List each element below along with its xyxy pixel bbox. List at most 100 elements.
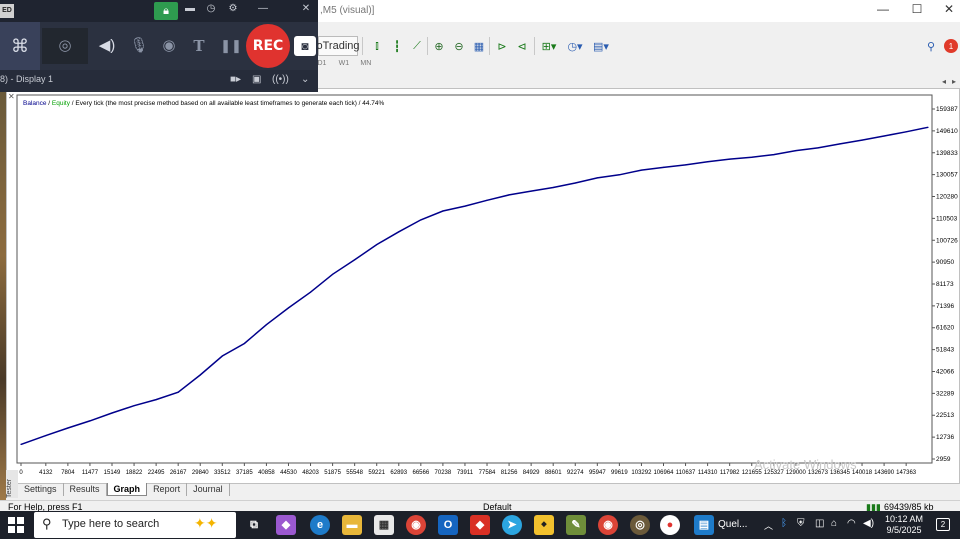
y-tick-label: 42066 bbox=[936, 369, 954, 376]
display-selector[interactable]: 8) - Display 1 bbox=[0, 74, 53, 84]
minimize-button[interactable]: — bbox=[868, 2, 898, 20]
broadcast-icon[interactable]: ((•)) bbox=[272, 74, 289, 85]
x-tick-label: 66566 bbox=[412, 470, 429, 476]
auto-trading-label: oTrading bbox=[316, 40, 360, 52]
balance-point bbox=[684, 164, 687, 166]
periods-icon[interactable]: ◷▾ bbox=[564, 36, 586, 56]
indicators-icon[interactable]: ⊞▾ bbox=[538, 36, 560, 56]
x-tick-label: 143690 bbox=[874, 470, 895, 476]
webcam-off-icon[interactable]: ◎ bbox=[42, 28, 88, 64]
bluetooth-icon[interactable]: ᛒ bbox=[781, 518, 787, 529]
maximize-button[interactable]: ☐ bbox=[902, 2, 932, 20]
close-recorder-icon[interactable]: ✕ bbox=[297, 3, 315, 19]
autoscroll-icon[interactable]: ⊲ bbox=[513, 36, 531, 56]
notification-badge-icon[interactable]: 1 bbox=[944, 39, 958, 53]
x-tick-label: 117982 bbox=[720, 470, 740, 476]
zoom-in-icon[interactable]: ⊕ bbox=[430, 36, 448, 56]
balance-point bbox=[751, 156, 753, 158]
x-tick-label: 33512 bbox=[214, 470, 231, 476]
scroll-left-icon[interactable]: ◂ bbox=[942, 77, 946, 86]
video-camera-icon[interactable]: ■▸ bbox=[230, 74, 241, 85]
notepad-icon[interactable]: ✎ bbox=[566, 515, 586, 535]
balance-point bbox=[596, 177, 598, 179]
tab-journal[interactable]: Journal bbox=[187, 483, 230, 496]
candlestick-icon[interactable]: ┇ bbox=[388, 36, 406, 56]
y-tick-label: 120280 bbox=[936, 194, 958, 201]
zoom-out-icon[interactable]: ⊖ bbox=[450, 36, 468, 56]
game-mode-icon[interactable]: ⌘ bbox=[0, 22, 40, 70]
pause-icon[interactable]: ❚❚ bbox=[214, 28, 248, 64]
volume-icon[interactable]: ◀) bbox=[863, 518, 874, 529]
security-icon[interactable]: ⛨ bbox=[797, 518, 805, 529]
taskbar-search-box[interactable]: ⚲ Type here to search ✦✦ bbox=[34, 512, 236, 538]
image-icon[interactable]: ▣ bbox=[252, 74, 261, 85]
y-tick-label: 139833 bbox=[936, 150, 958, 157]
file-explorer-icon[interactable]: ▬ bbox=[342, 515, 362, 535]
scroll-right-icon[interactable]: ▸ bbox=[952, 77, 956, 86]
tile-windows-icon[interactable]: ▦ bbox=[470, 36, 488, 56]
telegram-icon[interactable]: ➤ bbox=[502, 515, 522, 535]
clock-icon[interactable]: ◷ bbox=[202, 3, 220, 19]
lock-icon[interactable]: 🔒︎ bbox=[154, 2, 178, 20]
taskbar-clock[interactable]: 10:12 AM 9/5/2025 bbox=[878, 514, 930, 536]
x-tick-label: 40858 bbox=[258, 470, 275, 476]
quel-app-label[interactable]: Quel... bbox=[718, 519, 747, 530]
tab-graph[interactable]: Graph bbox=[106, 483, 148, 496]
copilot-icon[interactable]: ◆ bbox=[276, 515, 296, 535]
x-tick-label: 114310 bbox=[698, 470, 718, 476]
balance-point bbox=[155, 399, 157, 401]
task-view-icon[interactable]: ⧉ bbox=[244, 515, 264, 535]
record-button[interactable]: REC bbox=[246, 24, 290, 68]
tray-chevron-icon[interactable]: ︿ bbox=[764, 519, 773, 532]
close-button[interactable]: ✕ bbox=[934, 2, 960, 20]
clock-date: 9/5/2025 bbox=[886, 525, 922, 535]
microphone-off-icon[interactable]: 🎙︎ bbox=[122, 28, 156, 64]
balance-point bbox=[640, 169, 643, 171]
balance-point bbox=[927, 126, 929, 128]
period-mn[interactable]: MN bbox=[356, 60, 376, 67]
x-tick-label: 73911 bbox=[457, 470, 474, 476]
auto-trading-button[interactable]: oTrading bbox=[316, 36, 360, 56]
quel-app-icon[interactable]: ▤ bbox=[694, 515, 714, 535]
speaker-icon[interactable]: ◀) bbox=[90, 28, 124, 64]
chevron-down-icon[interactable]: ⌄ bbox=[301, 74, 309, 85]
folder-icon[interactable]: ▬ bbox=[181, 3, 199, 19]
gear-icon[interactable]: ⚙ bbox=[224, 3, 242, 19]
chrome-profile-icon[interactable]: ◉ bbox=[598, 515, 618, 535]
edge-browser-icon[interactable]: e bbox=[310, 515, 330, 535]
line-chart-icon[interactable]: ⟋ bbox=[408, 36, 426, 56]
chrome-icon[interactable]: ◉ bbox=[406, 515, 426, 535]
tab-results[interactable]: Results bbox=[64, 483, 107, 496]
recorder-taskbar-icon[interactable]: ● bbox=[660, 515, 680, 535]
x-tick-label: 92274 bbox=[567, 470, 584, 476]
activate-windows-watermark: Activate Windows bbox=[754, 457, 857, 472]
balance-point bbox=[729, 158, 731, 160]
app-badge-icon[interactable]: ◎ bbox=[630, 515, 650, 535]
minimize-recorder-icon[interactable]: — bbox=[254, 3, 272, 19]
network-icon[interactable]: ⌂ bbox=[831, 518, 837, 529]
balance-point bbox=[486, 199, 488, 201]
outlook-icon[interactable]: O bbox=[438, 515, 458, 535]
close-panel-icon[interactable]: ✕ bbox=[8, 92, 15, 101]
notifications-badge[interactable]: 2 bbox=[936, 518, 950, 531]
balance-point bbox=[817, 147, 819, 149]
anydesk-icon[interactable]: ◆ bbox=[470, 515, 490, 535]
store-icon[interactable]: ▦ bbox=[374, 515, 394, 535]
x-tick-label: 147363 bbox=[896, 470, 917, 476]
binance-icon[interactable]: ◆ bbox=[534, 515, 554, 535]
templates-icon[interactable]: ▤▾ bbox=[590, 36, 612, 56]
tab-settings[interactable]: Settings bbox=[18, 483, 64, 496]
windows-start-icon[interactable] bbox=[8, 517, 24, 533]
bar-chart-icon[interactable]: ⫾ bbox=[368, 36, 386, 56]
search-icon[interactable]: ⚲ bbox=[924, 36, 938, 56]
cursor-icon[interactable]: ◉ bbox=[152, 28, 186, 64]
meet-icon[interactable]: ◫ bbox=[815, 518, 824, 529]
balance-point bbox=[442, 210, 444, 212]
screenshot-camera-icon[interactable]: ◙ bbox=[294, 36, 316, 56]
chart-shift-icon[interactable]: ⊳ bbox=[493, 36, 511, 56]
text-tool-icon[interactable]: T bbox=[182, 28, 216, 64]
period-w1[interactable]: W1 bbox=[334, 60, 354, 67]
tab-report[interactable]: Report bbox=[147, 483, 188, 496]
balance-point bbox=[795, 149, 797, 152]
wifi-icon[interactable]: ◠ bbox=[847, 518, 856, 529]
